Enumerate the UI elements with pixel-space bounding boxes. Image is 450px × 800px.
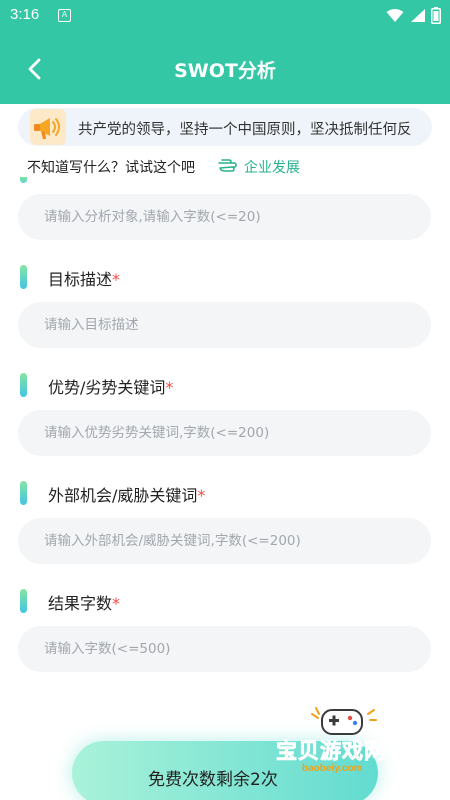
suggestion-link[interactable]: 企业发展 bbox=[244, 157, 300, 177]
strength-label-text: 优势/劣势关键词 bbox=[48, 378, 166, 397]
opportunity-label-text: 外部机会/威胁关键词 bbox=[48, 486, 198, 505]
signal-icon bbox=[411, 9, 425, 22]
opportunity-label: 外部机会/威胁关键词* bbox=[48, 482, 205, 506]
goal-input[interactable] bbox=[18, 302, 431, 348]
required-mark: * bbox=[112, 270, 121, 289]
strength-label: 优势/劣势关键词* bbox=[48, 374, 173, 398]
gamepad-icon bbox=[311, 707, 377, 735]
watermark-url: baobeiy.com bbox=[302, 763, 363, 774]
status-bar: 3:16 A bbox=[0, 0, 450, 32]
watermark-text: 宝贝游戏网 bbox=[276, 739, 386, 764]
notice-bar: 共产党的领导，坚持一个中国原则，坚决抵制任何反 bbox=[18, 108, 432, 146]
goal-label: 目标描述* bbox=[48, 266, 120, 290]
wifi-icon bbox=[386, 9, 404, 22]
hint-text: 不知道写什么？试试这个吧 bbox=[27, 160, 195, 176]
word-count-input[interactable] bbox=[18, 626, 431, 672]
strength-input[interactable] bbox=[18, 410, 431, 456]
page-title: SWOT分析 bbox=[174, 60, 276, 82]
count-label-text: 结果字数 bbox=[48, 594, 113, 613]
goal-label-text: 目标描述 bbox=[48, 270, 113, 289]
field-marker bbox=[20, 589, 27, 613]
status-time: 3:16 bbox=[10, 6, 40, 23]
required-mark: * bbox=[197, 486, 206, 505]
notification-a-icon: A bbox=[58, 9, 71, 22]
field-marker bbox=[20, 265, 27, 289]
app-bar: SWOT分析 bbox=[0, 32, 450, 104]
field-marker bbox=[20, 481, 27, 505]
opportunity-input[interactable] bbox=[18, 518, 431, 564]
notice-text: 共产党的领导，坚持一个中国原则，坚决抵制任何反 bbox=[78, 122, 412, 138]
count-label: 结果字数* bbox=[48, 590, 120, 614]
submit-button-label: 免费次数剩余2次 bbox=[148, 770, 278, 790]
required-mark: * bbox=[165, 378, 174, 397]
field-marker bbox=[20, 373, 27, 397]
analysis-object-input[interactable] bbox=[18, 194, 431, 240]
megaphone-icon bbox=[30, 109, 66, 145]
pointing-hand-icon[interactable] bbox=[217, 155, 239, 175]
battery-icon bbox=[431, 7, 441, 24]
required-mark: * bbox=[112, 594, 121, 613]
